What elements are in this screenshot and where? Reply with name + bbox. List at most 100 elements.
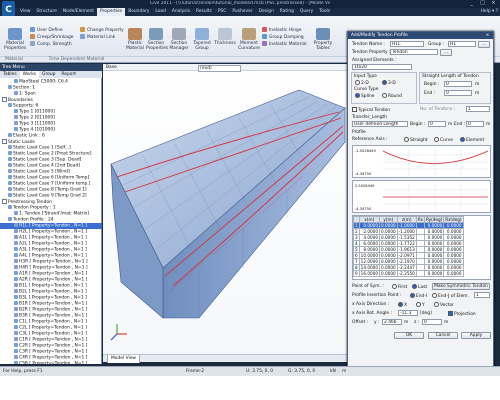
offset-y-input[interactable]: 2.466 bbox=[382, 319, 402, 325]
radio-end-i[interactable] bbox=[410, 293, 415, 298]
sym-first[interactable]: First bbox=[392, 284, 407, 290]
projection-checkbox[interactable]: Projection bbox=[448, 311, 476, 317]
tree-node-icon[interactable] bbox=[8, 151, 12, 155]
table-cell[interactable]: 14.0000 bbox=[358, 264, 381, 271]
plastic-material-button[interactable]: Plastic Material bbox=[125, 28, 145, 51]
transfer-end-input[interactable]: 0 bbox=[466, 121, 484, 127]
table-cell[interactable]: 0.0000 bbox=[379, 270, 398, 277]
radio-first[interactable] bbox=[392, 284, 397, 289]
table-cell[interactable]: 0.0000 bbox=[423, 222, 445, 229]
table-cell[interactable]: 0.0000 bbox=[443, 222, 464, 229]
radio-last[interactable] bbox=[412, 284, 417, 289]
view-base-label[interactable]: Base bbox=[106, 64, 117, 71]
table-cell[interactable]: 10.0000 bbox=[358, 252, 381, 259]
menu-tab-design[interactable]: Design bbox=[256, 8, 277, 16]
table-row[interactable]: 8 14.0000 0.0000 -2.2447 0.0000 0.0000 bbox=[353, 264, 464, 271]
tree-node-icon[interactable] bbox=[14, 307, 18, 311]
tree-node-icon[interactable] bbox=[14, 301, 18, 305]
tree-node-icon[interactable] bbox=[8, 175, 12, 179]
tree-node-icon[interactable] bbox=[8, 145, 12, 149]
no-tendons-input[interactable]: 1 bbox=[466, 106, 490, 112]
table-cell[interactable]: -2.0971 bbox=[396, 252, 417, 259]
xdir-y[interactable]: Y bbox=[416, 302, 425, 308]
group-select[interactable]: H1 bbox=[448, 41, 476, 47]
tree-node-icon[interactable] bbox=[14, 265, 18, 269]
apply-button[interactable]: Apply bbox=[461, 332, 491, 339]
table-cell[interactable]: -1.5352 bbox=[396, 234, 417, 241]
radio-2d[interactable] bbox=[355, 80, 360, 85]
menu-tab-query[interactable]: Query bbox=[297, 8, 316, 16]
profile-points-table[interactable]: x(m) y(m) z(m) fix Ry(deg) Rz(deg) 1 0.0000 0.0… bbox=[353, 216, 464, 277]
minimize-button[interactable]: _ bbox=[466, 0, 477, 7]
ok-button[interactable]: OK bbox=[394, 332, 424, 339]
property-tables-button[interactable]: Property Tables bbox=[313, 28, 333, 51]
xdir-vector[interactable]: Vector bbox=[434, 302, 454, 308]
ref-curve[interactable]: Curve bbox=[434, 137, 453, 143]
tree-node-icon[interactable] bbox=[8, 85, 12, 89]
curve-type-round[interactable]: Round bbox=[382, 93, 402, 99]
offset-z-input[interactable]: 0 bbox=[422, 319, 442, 325]
tree-node-icon[interactable] bbox=[14, 319, 18, 323]
table-row[interactable]: 7 12.0000 0.0000 -2.1970 0.0000 0.0000 bbox=[353, 258, 464, 265]
table-cell[interactable]: 0.0000 bbox=[423, 270, 445, 277]
tree-node-icon[interactable] bbox=[14, 109, 18, 113]
radio-xdir-y[interactable] bbox=[416, 302, 421, 307]
menu-tab-properties[interactable]: Properties bbox=[96, 8, 126, 16]
radio-curve[interactable] bbox=[434, 137, 439, 142]
help-icon[interactable]: ? bbox=[496, 9, 498, 14]
table-cell[interactable]: 0.0000 bbox=[379, 234, 398, 241]
change-property-button[interactable]: Change Property bbox=[80, 27, 125, 34]
expand-icon[interactable] bbox=[2, 97, 7, 102]
tree-node-icon[interactable] bbox=[14, 127, 18, 131]
tree-node-icon[interactable] bbox=[14, 223, 18, 227]
table-cell[interactable]: 12.0000 bbox=[358, 258, 381, 265]
table-cell[interactable]: 0.0000 bbox=[423, 228, 445, 235]
table-cell[interactable]: 0.0000 bbox=[423, 264, 445, 271]
table-cell[interactable]: 0.0000 bbox=[423, 234, 445, 241]
typical-tendon-check[interactable] bbox=[352, 107, 357, 112]
table-cell[interactable]: 0.0000 bbox=[379, 264, 398, 271]
tree-node-icon[interactable] bbox=[14, 289, 18, 293]
tree-node-icon[interactable] bbox=[8, 181, 12, 185]
expand-icon[interactable] bbox=[2, 199, 7, 204]
tree-node-icon[interactable] bbox=[14, 331, 18, 335]
thickness-button[interactable]: Thickness bbox=[214, 28, 236, 46]
menu-tab-structure[interactable]: Structure bbox=[33, 8, 59, 16]
table-cell[interactable]: 0.0000 bbox=[423, 258, 445, 265]
material-link-button[interactable]: Material Link bbox=[80, 34, 125, 41]
profile-graph-y[interactable]: 2.5026449 -4.34750 bbox=[352, 180, 491, 213]
menu-tab-load[interactable]: Load bbox=[152, 8, 169, 16]
typical-tendon-checkbox[interactable]: Typical Tendon bbox=[352, 107, 390, 113]
straight-end-input[interactable]: 0 bbox=[444, 90, 472, 96]
close-button[interactable]: × bbox=[488, 0, 499, 7]
section-manager-button[interactable]: Section Manager bbox=[168, 28, 190, 51]
radio-spline[interactable] bbox=[355, 93, 360, 98]
insertion-elem-input[interactable]: 1 bbox=[474, 292, 490, 298]
menu-tab-node-element[interactable]: Node/Element bbox=[60, 8, 97, 16]
table-cell[interactable]: 0.0000 bbox=[379, 222, 398, 229]
table-cell[interactable]: -2.2550 bbox=[396, 270, 417, 277]
tendon-property-more-button[interactable]: ... bbox=[440, 49, 452, 56]
radio-xdir-vector[interactable] bbox=[434, 302, 439, 307]
radio-end-j[interactable] bbox=[432, 293, 437, 298]
xdir-x[interactable]: X bbox=[398, 302, 407, 308]
table-row[interactable]: 3 4.0000 0.0000 -1.5352 0.0000 0.0000 bbox=[353, 234, 464, 241]
tree-node-icon[interactable] bbox=[8, 169, 12, 173]
table-cell[interactable]: -2.1970 bbox=[396, 258, 417, 265]
tree-node-icon[interactable] bbox=[14, 91, 18, 95]
tree-node-icon[interactable] bbox=[8, 163, 12, 167]
model-view[interactable]: Base (mid) Model View bbox=[103, 64, 347, 363]
radio-round[interactable] bbox=[382, 93, 387, 98]
table-cell[interactable]: -1.2000 bbox=[396, 228, 417, 235]
section-properties-button[interactable]: Section Properties bbox=[146, 28, 168, 51]
tree-node-icon[interactable] bbox=[14, 343, 18, 347]
ref-straight[interactable]: Straight bbox=[404, 137, 428, 143]
menu-tab-pushover[interactable]: Pushover bbox=[229, 8, 255, 16]
table-cell[interactable]: 16.0000 bbox=[358, 270, 381, 277]
table-cell[interactable]: -2.2447 bbox=[396, 264, 417, 271]
table-cell[interactable]: 0.0000 bbox=[379, 240, 398, 247]
dialog-close-icon[interactable]: × bbox=[484, 32, 491, 39]
radio-3d[interactable] bbox=[382, 80, 387, 85]
table-cell[interactable]: 0.0000 bbox=[443, 258, 464, 265]
tree-node-icon[interactable] bbox=[14, 283, 18, 287]
